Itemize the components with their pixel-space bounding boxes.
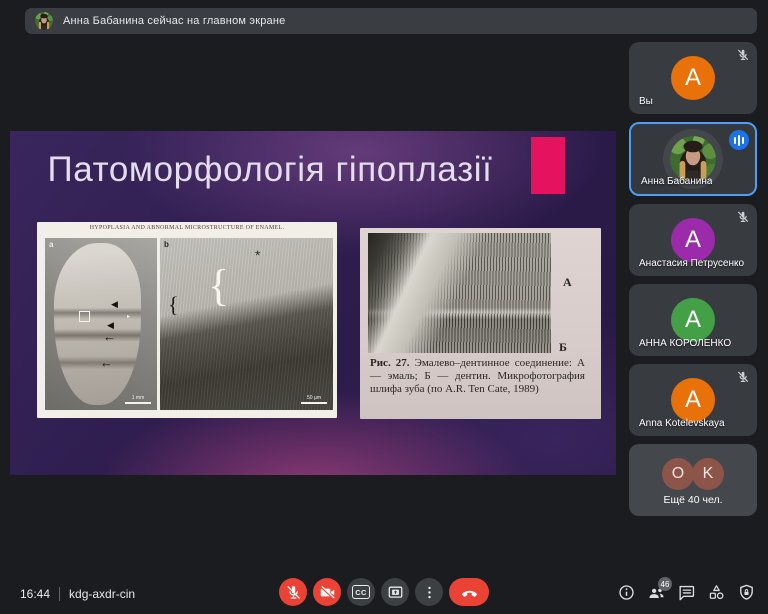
presenting-banner-text: Анна Бабанина сейчас на главном экране: [63, 15, 285, 27]
participant-tile[interactable]: A Anna Kotelevskaya: [629, 364, 757, 436]
brace-marker-large: {: [208, 264, 229, 308]
avatar: A: [671, 378, 715, 422]
activities-button[interactable]: [707, 583, 726, 602]
figure-hypoplasia: HYPOPLASIA AND ABNORMAL MICROSTRUCTURE O…: [37, 222, 337, 418]
overflow-count-label: Ещё 40 чел.: [629, 494, 757, 506]
participant-name: АННА КОРОЛЕНКО: [639, 338, 731, 349]
asterisk-marker: *: [255, 248, 260, 262]
avatar: A: [671, 56, 715, 100]
participant-tile[interactable]: A АННА КОРОЛЕНКО: [629, 284, 757, 356]
participant-count-badge: 46: [658, 577, 672, 591]
shield-lock-icon: [737, 583, 756, 602]
figure-panel-b: b * { { 50 µm: [160, 238, 333, 410]
call-end-icon: [460, 583, 479, 602]
participant-tile-you[interactable]: A Вы: [629, 42, 757, 114]
host-controls-button[interactable]: [737, 583, 756, 602]
scale-label: 50 µm: [307, 395, 321, 401]
enamel-label: А: [563, 275, 572, 290]
arrowhead-icon: ◀: [111, 300, 118, 309]
activities-icon: [707, 583, 726, 602]
presentation-stage: Патоморфологія гіпоплазії HYPOPLASIA AND…: [10, 131, 616, 475]
participants-sidebar: A Вы: [629, 42, 757, 516]
presenter-avatar: [35, 12, 53, 30]
mic-muted-icon: [736, 370, 750, 384]
figure-header: HYPOPLASIA AND ABNORMAL MICROSTRUCTURE O…: [37, 225, 337, 231]
participant-name: Anna Kotelevskaya: [639, 418, 725, 429]
presenting-banner: Анна Бабанина сейчас на главном экране: [25, 8, 757, 34]
participant-tile-speaking[interactable]: Анна Бабанина: [629, 122, 757, 196]
scale-bar: 1 mm: [125, 395, 151, 404]
mic-toggle-button[interactable]: [279, 578, 307, 606]
avatar: K: [692, 458, 724, 490]
scale-bar: 50 µm: [301, 395, 327, 404]
captions-button[interactable]: CC: [347, 578, 375, 606]
overflow-avatars: O K: [662, 458, 724, 490]
chat-button[interactable]: [677, 583, 696, 602]
info-button[interactable]: [617, 583, 636, 602]
dentine-label: Б: [559, 340, 567, 355]
present-button[interactable]: [381, 578, 409, 606]
slide-title: Патоморфологія гіпоплазії: [40, 150, 500, 190]
scale-line: [125, 402, 151, 404]
more-options-button[interactable]: [415, 578, 443, 606]
meeting-code: kdg-axdr-cin: [69, 587, 135, 601]
divider: [59, 587, 60, 601]
avatar: O: [662, 458, 694, 490]
info-icon: [617, 583, 636, 602]
people-wrap: 46: [647, 583, 666, 602]
marker-icon: ▸: [127, 314, 130, 320]
region-marker-square: [79, 311, 90, 322]
audio-level-indicator: [729, 130, 749, 150]
dentine-microphotograph: [368, 233, 551, 353]
arrow-icon: ←: [100, 356, 113, 369]
panel-a-label: a: [49, 241, 53, 249]
participant-tile[interactable]: A Анастасия Петрусенко: [629, 204, 757, 276]
end-call-button[interactable]: [449, 578, 489, 606]
arrow-icon: ←: [103, 330, 116, 343]
figure-caption: Рис. 27. Эмалево–дентинное соединение: А…: [370, 357, 585, 395]
avatar: A: [671, 298, 715, 342]
clock: 16:44: [20, 587, 50, 601]
meet-app: { "banner": { "text": "Анна Бабанина сей…: [0, 0, 768, 614]
meeting-panels: 46: [617, 583, 756, 602]
meeting-info: 16:44 kdg-axdr-cin: [20, 587, 135, 601]
participant-name: Вы: [639, 96, 653, 107]
panel-b-label: b: [164, 241, 169, 249]
avatar: A: [671, 218, 715, 262]
mic-muted-icon: [736, 210, 750, 224]
brace-marker-small: {: [168, 294, 179, 316]
mic-off-icon: [285, 584, 302, 601]
camera-toggle-button[interactable]: [313, 578, 341, 606]
caption-number: Рис. 27.: [370, 357, 410, 369]
figure-book-page: А Б Рис. 27. Эмалево–дентинное соединени…: [360, 228, 601, 419]
camera-off-icon: [319, 584, 336, 601]
figure-panel-a: a ◀ ◀ ← ← ▸ 1 mm: [45, 238, 157, 410]
scale-label: 1 mm: [132, 395, 145, 401]
participant-name: Анна Бабанина: [641, 176, 712, 187]
tooth-image: [54, 243, 141, 405]
call-controls: CC: [279, 578, 489, 606]
chat-icon: [677, 583, 696, 602]
presenter-photo: [35, 12, 53, 30]
participant-name: Анастасия Петрусенко: [639, 258, 744, 269]
captions-icon: CC: [352, 585, 370, 599]
scale-line: [301, 402, 327, 404]
participants-overflow-tile[interactable]: O K Ещё 40 чел.: [629, 444, 757, 516]
slide-accent-rectangle: [531, 137, 565, 194]
mic-muted-icon: [736, 48, 750, 62]
present-icon: [387, 584, 404, 601]
more-vert-icon: [421, 584, 438, 601]
